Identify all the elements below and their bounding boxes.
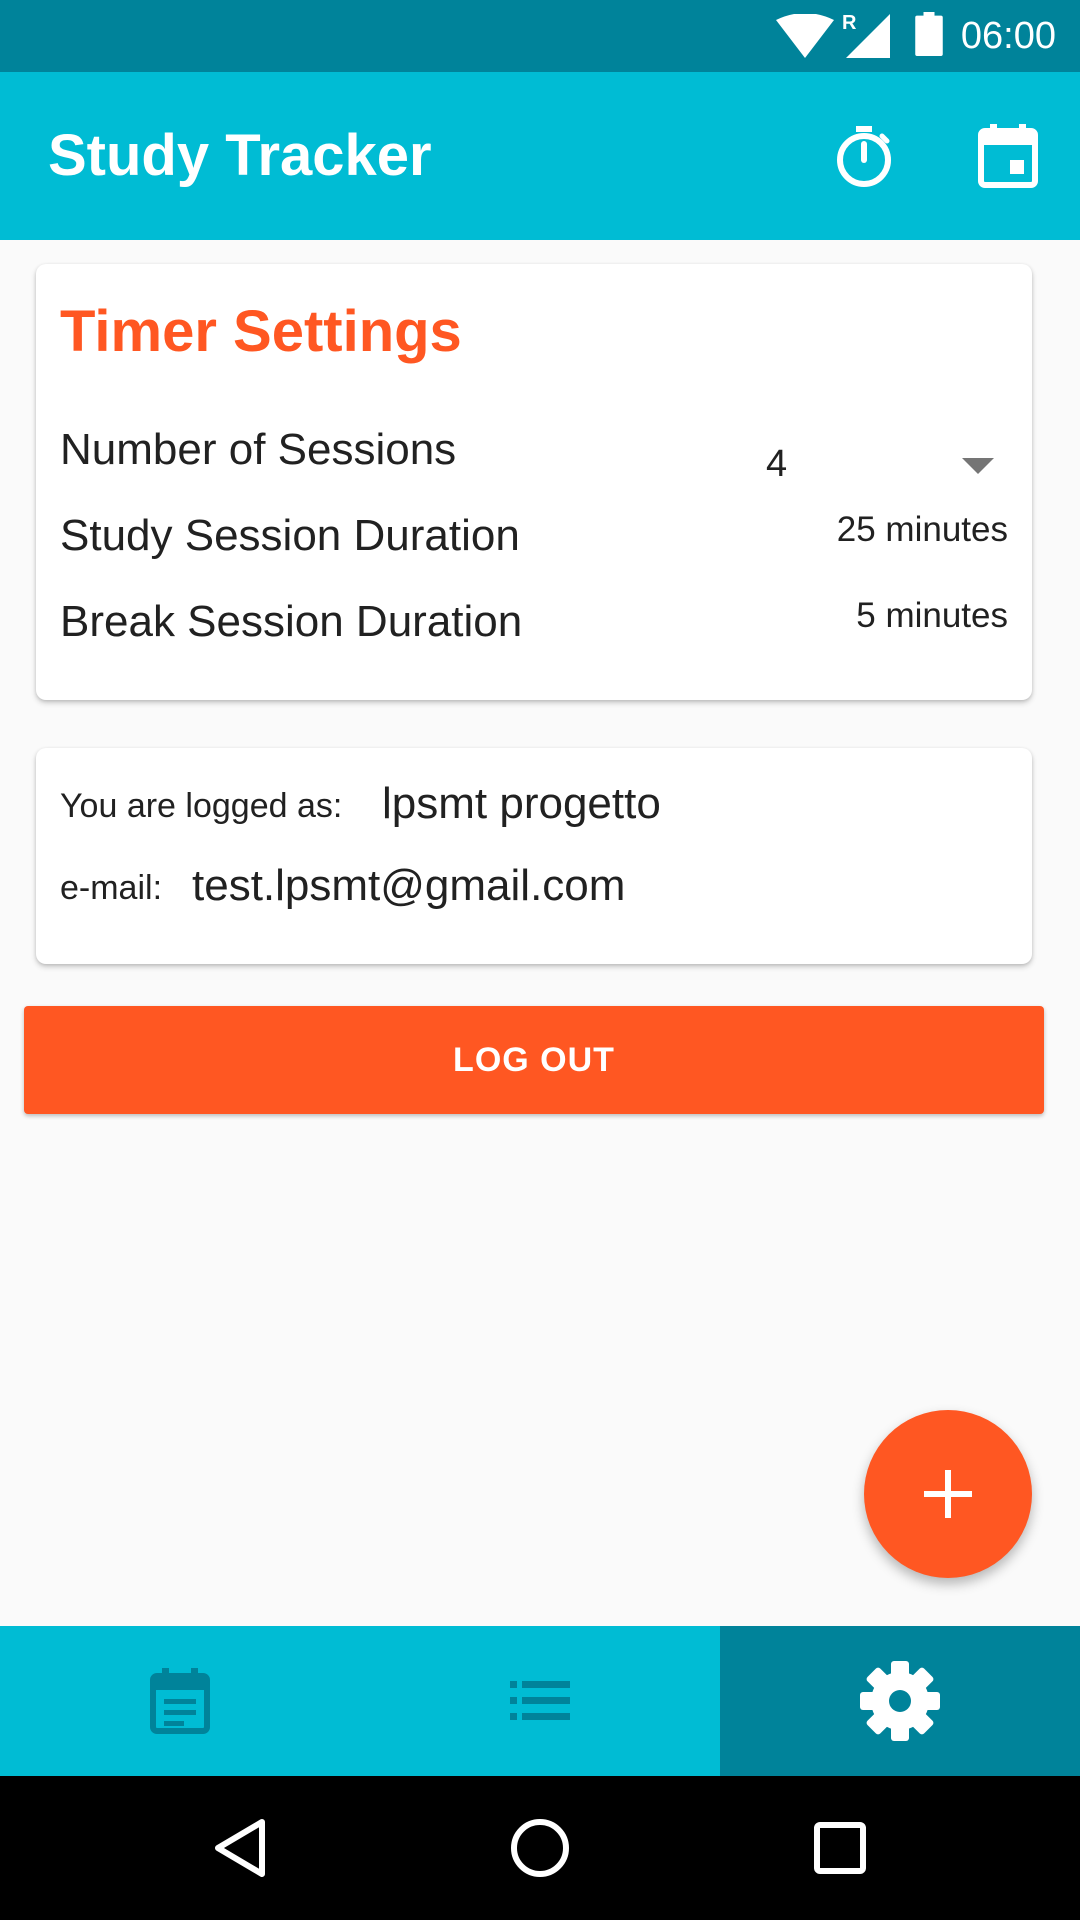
add-fab-button[interactable] [864, 1410, 1032, 1578]
signal-icon [846, 14, 890, 58]
email-value: test.lpsmt@gmail.com [192, 861, 626, 910]
calendar-icon [978, 124, 1038, 188]
timer-settings-card: Timer Settings Number of Sessions 4 Stud… [36, 264, 1032, 700]
event-note-icon [150, 1668, 210, 1734]
study-duration-value[interactable]: 25 minutes [837, 508, 1008, 552]
logout-button[interactable]: LOG OUT [24, 1006, 1044, 1114]
back-icon [215, 1819, 265, 1877]
bottom-navigation [0, 1626, 1080, 1776]
study-duration-label: Study Session Duration [60, 511, 520, 560]
sessions-value: 4 [766, 443, 788, 485]
sessions-dropdown[interactable]: 4 [766, 428, 1016, 500]
settings-gear-icon [860, 1661, 940, 1741]
status-time: 06:00 [960, 15, 1056, 57]
recents-icon [814, 1822, 866, 1874]
timer-settings-title: Timer Settings [60, 299, 462, 364]
timer-action-button[interactable] [822, 114, 906, 198]
nav-item-settings[interactable] [720, 1626, 1080, 1776]
status-bar: R 06:00 [0, 0, 1080, 72]
back-button[interactable] [190, 1798, 290, 1898]
email-label: e-mail: [60, 869, 163, 907]
plus-icon [924, 1470, 972, 1518]
break-duration-value[interactable]: 5 minutes [856, 594, 1008, 638]
logged-as-label: You are logged as: [60, 787, 343, 825]
wifi-icon [776, 14, 834, 58]
calendar-action-button[interactable] [966, 114, 1050, 198]
home-button[interactable] [490, 1798, 590, 1898]
home-icon [511, 1819, 569, 1877]
break-duration-label: Break Session Duration [60, 597, 523, 646]
battery-icon [915, 12, 943, 56]
timer-icon [837, 126, 891, 187]
sessions-label: Number of Sessions [60, 425, 457, 474]
dropdown-arrow-icon [962, 458, 994, 474]
nav-item-planner[interactable] [0, 1626, 360, 1776]
nav-item-list[interactable] [360, 1626, 720, 1776]
account-card: You are logged as: lpsmt progetto e-mail… [36, 748, 1032, 964]
list-icon [510, 1681, 570, 1720]
recents-button[interactable] [790, 1798, 890, 1898]
username-value: lpsmt progetto [382, 779, 661, 828]
app-bar: Study Tracker [0, 72, 1080, 240]
system-navigation-bar [0, 1776, 1080, 1920]
app-title: Study Tracker [48, 123, 432, 188]
